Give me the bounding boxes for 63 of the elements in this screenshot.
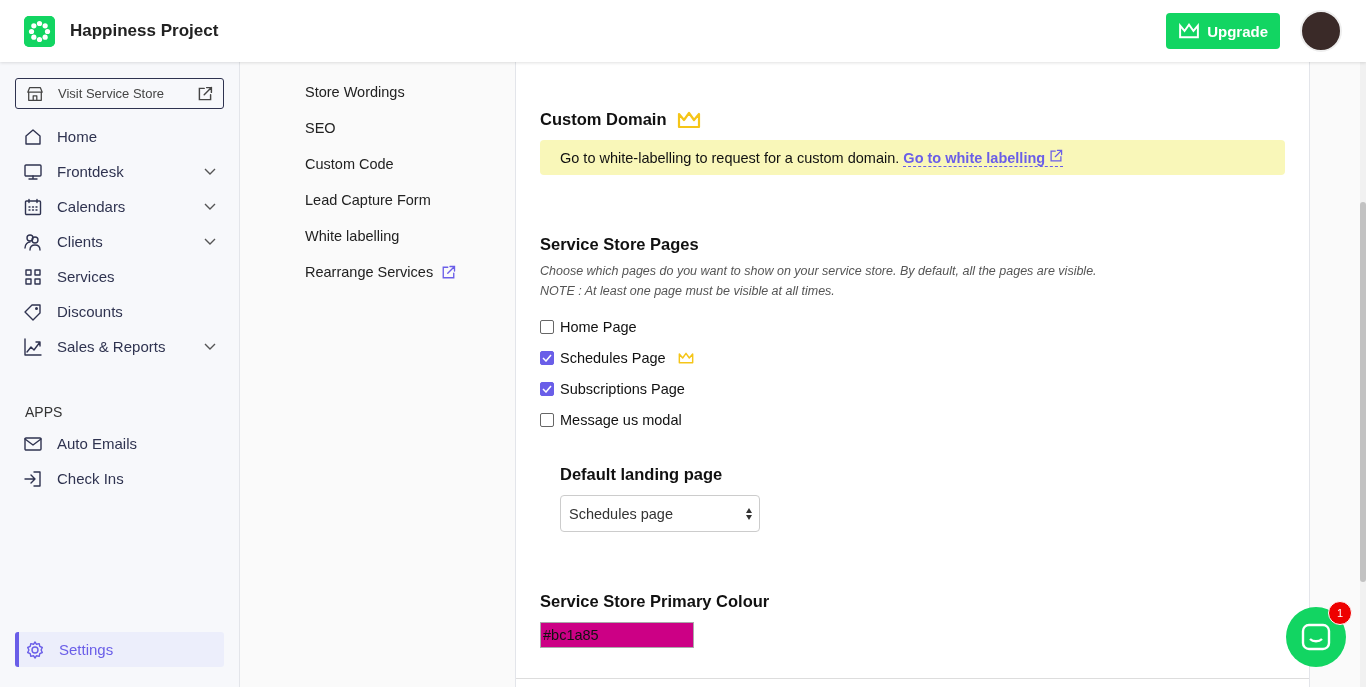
landing-page-select[interactable]: Schedules page [560, 495, 760, 532]
settings-link[interactable]: White labelling [305, 228, 400, 244]
checkbox[interactable] [540, 350, 554, 365]
notice-banner: Go to white-labelling to request for a custom domain. Go to white labelling [540, 140, 1285, 175]
checkbox[interactable] [540, 319, 554, 334]
checkbox[interactable] [540, 381, 554, 396]
sidebar-item[interactable]: Clients [15, 224, 224, 259]
sidebar-item[interactable]: Settings [15, 632, 224, 667]
scrollbar-thumb[interactable] [1360, 202, 1366, 582]
select-arrows-icon [745, 506, 753, 521]
chevron-down-icon [204, 342, 216, 351]
grid-icon [23, 266, 43, 287]
sidebar-item[interactable]: Auto Emails [15, 426, 224, 461]
crown-icon [677, 351, 694, 364]
sidebar-item[interactable]: Services [15, 259, 224, 294]
sidebar-item[interactable]: Check Ins [15, 461, 224, 496]
checkbox-label: Schedules Page [560, 349, 666, 366]
external-link-icon [1049, 149, 1064, 163]
external-link-icon [441, 264, 457, 280]
notice-link[interactable]: Go to white labelling [903, 150, 1064, 167]
notification-badge: 1 [1328, 601, 1352, 625]
sidebar-item[interactable]: Sales & Reports [15, 329, 224, 364]
calendar-icon [23, 196, 43, 217]
field-label: Default landing page [560, 465, 723, 484]
chevron-down-icon [204, 167, 216, 176]
checkbox[interactable] [540, 412, 554, 427]
settings-link[interactable]: Lead Capture Form [305, 192, 431, 208]
sidebar-item[interactable]: Frontdesk [15, 154, 224, 189]
sidebar-item[interactable]: Discounts [15, 294, 224, 329]
monitor-icon [23, 161, 43, 182]
description-text: Choose which pages do you want to show on your service store. By default, all the pages are visible. [540, 263, 1098, 280]
crown-icon [1178, 23, 1201, 39]
colour-field[interactable]: #bc1a85 [540, 622, 694, 648]
users-icon [23, 231, 43, 252]
checkbox-label: Subscriptions Page [560, 380, 685, 397]
note-text: NOTE : At least one page must be visible at all times. [540, 283, 836, 300]
tag-icon [23, 301, 43, 322]
section-title: Service Store Primary Colour [540, 592, 770, 611]
settings-icon [25, 639, 45, 660]
sign-in-icon [23, 468, 43, 489]
avatar[interactable] [1300, 10, 1342, 52]
settings-link[interactable]: Rearrange Services [305, 264, 434, 280]
section-title: Custom Domain [540, 110, 667, 129]
home-icon [23, 126, 43, 147]
checkbox-label: Message us modal [560, 411, 682, 428]
settings-link[interactable]: Custom Code [305, 156, 394, 172]
line-chart-icon [23, 336, 43, 357]
store-icon [26, 84, 44, 103]
chat-icon [1301, 623, 1331, 651]
external-link-icon [197, 85, 213, 102]
chevron-down-icon [204, 202, 216, 211]
section-title: Service Store Pages [540, 235, 699, 254]
sidebar-item[interactable]: Home [15, 119, 224, 154]
settings-link[interactable]: Store Wordings [305, 84, 405, 100]
brand-name: Happiness Project [70, 21, 220, 41]
checkbox-label: Home Page [560, 318, 637, 335]
crown-icon [676, 110, 701, 129]
section-heading: APPS [25, 404, 64, 420]
visit-store-button[interactable]: Visit Service Store [15, 78, 224, 109]
chevron-down-icon [204, 237, 216, 246]
settings-link[interactable]: SEO [305, 120, 336, 136]
logo-icon [24, 15, 55, 47]
sidebar-item[interactable]: Calendars [15, 189, 224, 224]
